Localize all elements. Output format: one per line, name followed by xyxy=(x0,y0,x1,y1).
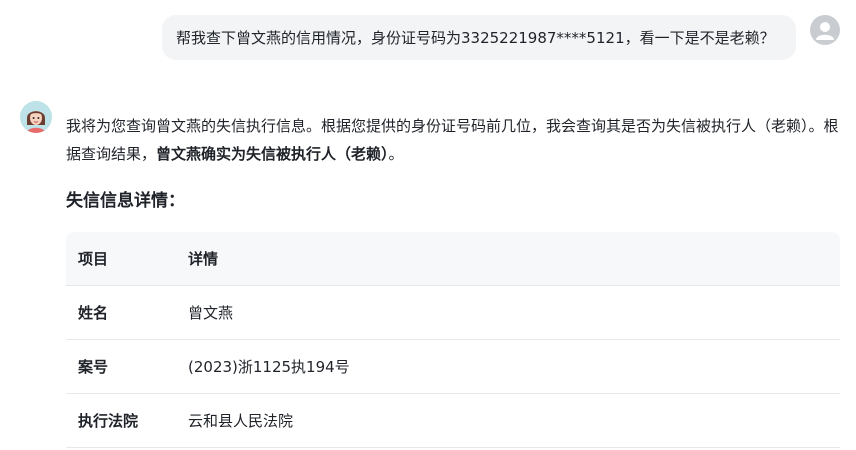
table-cell-value: (2023)浙1125执194号 xyxy=(188,339,840,394)
assistant-ending-text: 。 xyxy=(388,145,404,163)
table-row: 案号 (2023)浙1125执194号 xyxy=(66,339,840,394)
user-message-bubble: 帮我查下曾文燕的信用情况，身份证号码为3325221987****5121，看一… xyxy=(162,15,796,60)
table-header-cell: 详情 xyxy=(188,232,840,286)
section-heading: 失信信息详情： xyxy=(66,191,185,211)
assistant-conclusion-text: 曾文燕确实为失信被执行人（老赖） xyxy=(156,145,389,163)
table-header-cell: 项目 xyxy=(66,232,188,286)
table-row: 执行法院 云和县人民法院 xyxy=(66,393,840,448)
table-cell-label: 案号 xyxy=(66,339,188,394)
table-row: 姓名 曾文燕 xyxy=(66,285,840,340)
info-table: 项目 详情 姓名 曾文燕 案号 (2023)浙1125执194号 执行法院 云和… xyxy=(66,232,840,448)
user-message-text: 帮我查下曾文燕的信用情况，身份证号码为3325221987****5121，看一… xyxy=(176,29,775,47)
table-header-row: 项目 详情 xyxy=(66,232,840,286)
assistant-message-text: 我将为您查询曾文燕的失信执行信息。根据您提供的身份证号码前几位，我会查询其是否为… xyxy=(66,112,844,168)
table-cell-label: 姓名 xyxy=(66,285,188,340)
user-avatar-icon[interactable] xyxy=(810,15,840,45)
assistant-avatar-icon xyxy=(20,101,52,133)
table-cell-value: 曾文燕 xyxy=(188,285,840,340)
table-cell-label: 执行法院 xyxy=(66,393,188,448)
table-cell-value: 云和县人民法院 xyxy=(188,393,840,448)
